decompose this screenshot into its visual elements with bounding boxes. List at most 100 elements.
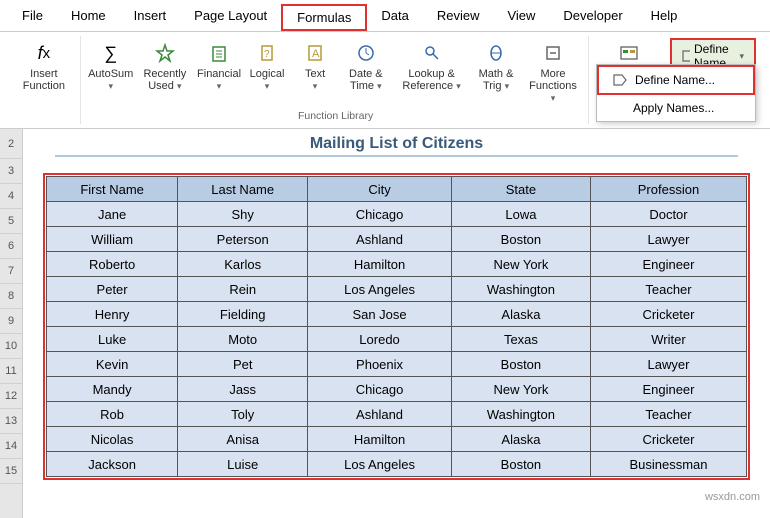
table-cell[interactable]: Boston [451, 452, 590, 477]
table-cell[interactable]: Rob [47, 402, 178, 427]
table-cell[interactable]: New York [451, 252, 590, 277]
row-header[interactable]: 11 [0, 359, 22, 384]
table-cell[interactable]: Ashland [308, 227, 452, 252]
table-cell[interactable]: Boston [451, 352, 590, 377]
table-cell[interactable]: Los Angeles [308, 277, 452, 302]
table-cell[interactable]: Roberto [47, 252, 178, 277]
table-cell[interactable]: Hamilton [308, 427, 452, 452]
table-cell[interactable]: Businessman [590, 452, 746, 477]
data-table[interactable]: First NameLast NameCityStateProfession J… [46, 176, 747, 477]
table-cell[interactable]: Kevin [47, 352, 178, 377]
table-cell[interactable]: Alaska [451, 302, 590, 327]
tab-pagelayout[interactable]: Page Layout [180, 4, 281, 31]
row-header[interactable]: 8 [0, 284, 22, 309]
row-header[interactable]: 9 [0, 309, 22, 334]
chevron-down-icon: ▾ [505, 81, 510, 91]
lookup-button[interactable]: Lookup & Reference ▾ [395, 38, 469, 94]
table-cell[interactable]: New York [451, 377, 590, 402]
math-button[interactable]: Math & Trig ▾ [473, 38, 520, 94]
table-cell[interactable]: Chicago [308, 377, 452, 402]
tab-review[interactable]: Review [423, 4, 494, 31]
recently-used-button[interactable]: Recently Used ▾ [137, 38, 193, 94]
column-header[interactable]: State [451, 177, 590, 202]
table-cell[interactable]: Cricketer [590, 302, 746, 327]
table-cell[interactable]: Lowa [451, 202, 590, 227]
table-cell[interactable]: San Jose [308, 302, 452, 327]
table-cell[interactable]: Henry [47, 302, 178, 327]
column-header[interactable]: City [308, 177, 452, 202]
table-cell[interactable]: Lawyer [590, 227, 746, 252]
table-cell[interactable]: Teacher [590, 402, 746, 427]
table-cell[interactable]: Lawyer [590, 352, 746, 377]
row-header[interactable]: 6 [0, 234, 22, 259]
table-cell[interactable]: Peterson [178, 227, 308, 252]
menu-define-name[interactable]: Define Name... [597, 65, 755, 95]
table-cell[interactable]: Karlos [178, 252, 308, 277]
table-cell[interactable]: Cricketer [590, 427, 746, 452]
row-header[interactable]: 3 [0, 159, 22, 184]
logical-icon: ? [253, 40, 281, 66]
table-cell[interactable]: Jane [47, 202, 178, 227]
table-cell[interactable]: Hamilton [308, 252, 452, 277]
table-cell[interactable]: Jass [178, 377, 308, 402]
table-cell[interactable]: Mandy [47, 377, 178, 402]
table-cell[interactable]: Doctor [590, 202, 746, 227]
row-header[interactable]: 13 [0, 409, 22, 434]
table-cell[interactable]: Anisa [178, 427, 308, 452]
table-cell[interactable]: Engineer [590, 377, 746, 402]
row-header[interactable]: 7 [0, 259, 22, 284]
table-cell[interactable]: Texas [451, 327, 590, 352]
row-header[interactable]: 5 [0, 209, 22, 234]
table-cell[interactable]: Los Angeles [308, 452, 452, 477]
table-cell[interactable]: Nicolas [47, 427, 178, 452]
table-cell[interactable]: Luise [178, 452, 308, 477]
row-header[interactable]: 12 [0, 384, 22, 409]
table-cell[interactable]: Fielding [178, 302, 308, 327]
tab-developer[interactable]: Developer [549, 4, 636, 31]
table-cell[interactable]: Rein [178, 277, 308, 302]
table-cell[interactable]: Pet [178, 352, 308, 377]
table-cell[interactable]: Alaska [451, 427, 590, 452]
table-cell[interactable]: Shy [178, 202, 308, 227]
table-cell[interactable]: Jackson [47, 452, 178, 477]
column-header[interactable]: Profession [590, 177, 746, 202]
tab-help[interactable]: Help [637, 4, 692, 31]
tab-home[interactable]: Home [57, 4, 120, 31]
row-header[interactable]: 2 [0, 129, 22, 159]
define-name-menu: Define Name... Apply Names... [596, 64, 756, 122]
row-header[interactable]: 14 [0, 434, 22, 459]
tab-view[interactable]: View [493, 4, 549, 31]
table-cell[interactable]: Writer [590, 327, 746, 352]
column-header[interactable]: Last Name [178, 177, 308, 202]
table-cell[interactable]: Teacher [590, 277, 746, 302]
more-functions-button[interactable]: More Functions ▾ [524, 38, 583, 106]
autosum-button[interactable]: ∑ AutoSum▾ [89, 38, 133, 94]
tab-formulas[interactable]: Formulas [281, 4, 367, 31]
tab-file[interactable]: File [8, 4, 57, 31]
text-button[interactable]: A Text▾ [293, 38, 337, 94]
table-cell[interactable]: Boston [451, 227, 590, 252]
tab-insert[interactable]: Insert [120, 4, 181, 31]
row-header[interactable]: 15 [0, 459, 22, 484]
menu-apply-names[interactable]: Apply Names... [597, 95, 755, 121]
column-header[interactable]: First Name [47, 177, 178, 202]
table-cell[interactable]: Washington [451, 402, 590, 427]
insert-function-button[interactable]: fx Insert Function [14, 38, 74, 94]
tab-data[interactable]: Data [367, 4, 422, 31]
table-cell[interactable]: Peter [47, 277, 178, 302]
table-cell[interactable]: Ashland [308, 402, 452, 427]
table-cell[interactable]: Toly [178, 402, 308, 427]
logical-button[interactable]: ? Logical▾ [245, 38, 289, 94]
table-cell[interactable]: William [47, 227, 178, 252]
datetime-button[interactable]: Date & Time ▾ [341, 38, 391, 94]
table-cell[interactable]: Chicago [308, 202, 452, 227]
row-header[interactable]: 4 [0, 184, 22, 209]
table-cell[interactable]: Luke [47, 327, 178, 352]
table-cell[interactable]: Loredo [308, 327, 452, 352]
row-header[interactable]: 10 [0, 334, 22, 359]
financial-button[interactable]: Financial▾ [197, 38, 241, 94]
table-cell[interactable]: Moto [178, 327, 308, 352]
table-cell[interactable]: Phoenix [308, 352, 452, 377]
table-cell[interactable]: Engineer [590, 252, 746, 277]
table-cell[interactable]: Washington [451, 277, 590, 302]
